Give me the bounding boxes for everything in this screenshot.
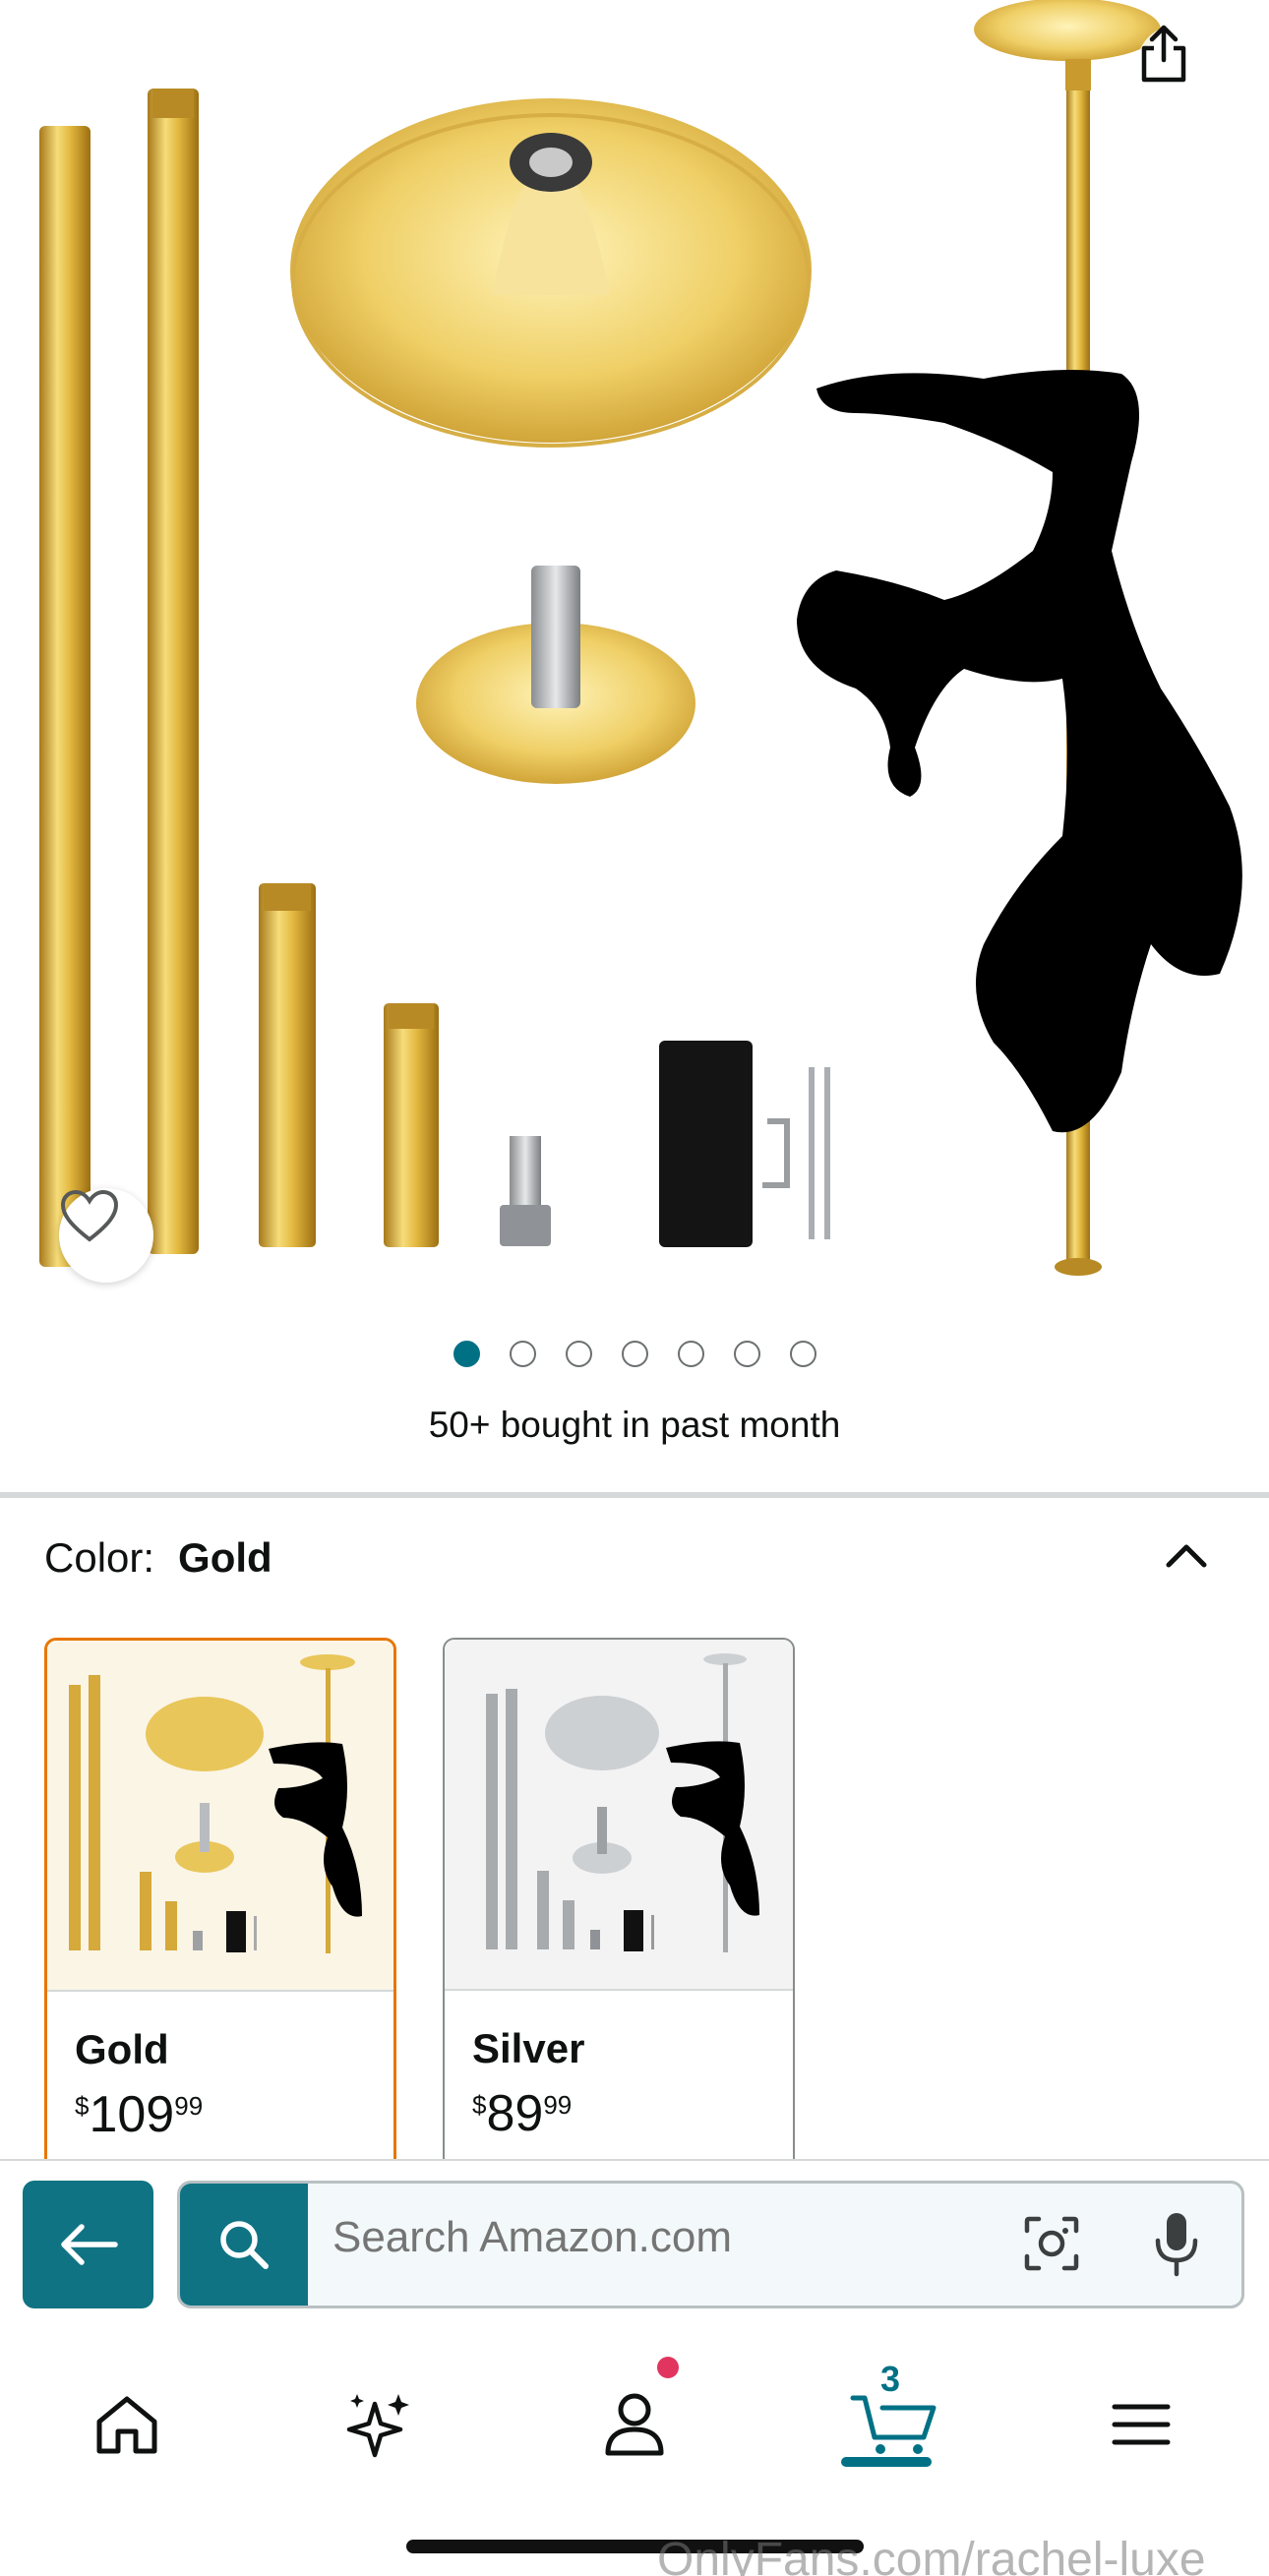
color-option-silver[interactable]: Silver $ 89 99 xyxy=(443,1638,795,2188)
camera-icon[interactable] xyxy=(1021,2213,1082,2274)
mic-icon[interactable] xyxy=(1152,2209,1201,2280)
color-option-thumbnail xyxy=(47,1641,393,1992)
carousel-dot[interactable] xyxy=(789,1341,816,1367)
color-option-price: $ 89 99 xyxy=(472,2085,573,2142)
back-arrow-icon xyxy=(60,2224,118,2265)
cart-count-badge: 3 xyxy=(880,2359,901,2399)
color-option-name: Silver xyxy=(472,2025,585,2071)
share-icon xyxy=(1141,25,1186,83)
carousel-dot[interactable] xyxy=(733,1341,760,1367)
search-box[interactable] xyxy=(177,2181,1244,2308)
nav-account[interactable] xyxy=(580,2370,689,2479)
cart-icon xyxy=(850,2395,937,2454)
profile-icon xyxy=(605,2393,664,2456)
carousel-dot[interactable] xyxy=(509,1341,536,1367)
search-input[interactable] xyxy=(332,2213,962,2262)
carousel-dot[interactable] xyxy=(677,1341,704,1367)
color-label: Color: xyxy=(44,1534,155,1581)
nav-home[interactable] xyxy=(73,2370,181,2479)
image-carousel-dots[interactable] xyxy=(0,1341,1269,1367)
active-tab-indicator xyxy=(841,2457,932,2467)
color-option-thumbnail xyxy=(445,1640,793,1991)
color-option-price: $ 109 99 xyxy=(75,2086,204,2143)
heart-icon xyxy=(60,1189,119,1242)
menu-icon xyxy=(1112,2404,1171,2445)
home-icon xyxy=(96,2396,157,2454)
section-divider xyxy=(0,1492,1269,1498)
search-icon xyxy=(220,2221,269,2269)
search-bar-container xyxy=(0,2159,1269,2331)
watermark-text: OnlyFans.com/rachel-luxe xyxy=(657,2534,1206,2576)
product-photo xyxy=(39,0,1242,1276)
share-button[interactable] xyxy=(1136,25,1221,109)
chevron-up-icon[interactable] xyxy=(1161,1529,1212,1581)
sparkle-icon xyxy=(346,2394,409,2458)
carousel-dot[interactable] xyxy=(621,1341,648,1367)
color-option-name: Gold xyxy=(75,2026,169,2072)
color-selector-header: Color: Gold xyxy=(44,1534,272,1582)
wishlist-button[interactable] xyxy=(59,1188,153,1283)
selected-color: Gold xyxy=(178,1534,272,1581)
notification-badge xyxy=(657,2357,679,2378)
carousel-dot[interactable] xyxy=(453,1341,480,1367)
back-button[interactable] xyxy=(23,2181,153,2308)
nav-rufus-ai[interactable] xyxy=(325,2370,433,2479)
nav-menu[interactable] xyxy=(1087,2370,1195,2479)
search-button[interactable] xyxy=(180,2184,308,2306)
carousel-dot[interactable] xyxy=(565,1341,592,1367)
product-image[interactable] xyxy=(0,0,1269,1298)
color-option-gold[interactable]: Gold $ 109 99 xyxy=(44,1638,396,2188)
bought-count-text: 50+ bought in past month xyxy=(428,1405,841,1445)
